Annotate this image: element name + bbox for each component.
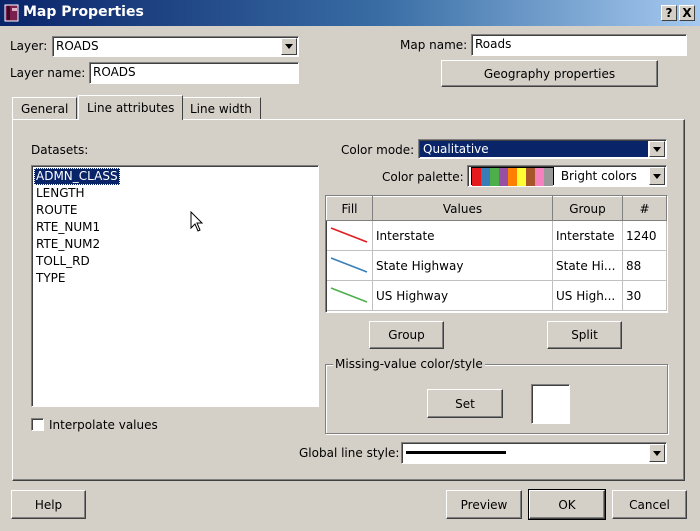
fill-cell[interactable] bbox=[326, 280, 373, 311]
count-cell[interactable]: 88 bbox=[622, 250, 667, 281]
palette-swatches bbox=[471, 167, 554, 186]
chevron-down-icon[interactable] bbox=[649, 444, 665, 462]
palette-swatch bbox=[517, 168, 526, 186]
line-fill-swatch bbox=[330, 287, 367, 303]
value-cell[interactable]: State Highway bbox=[372, 250, 553, 281]
table-header-row: Fill Values Group # bbox=[326, 196, 667, 221]
dataset-item-admn-class[interactable]: ADMN_CLASS bbox=[34, 168, 120, 185]
group-cell[interactable]: US High... bbox=[552, 280, 623, 311]
help-title-button[interactable]: ? bbox=[661, 5, 677, 21]
layer-select-value: ROADS bbox=[56, 39, 99, 53]
interpolate-label: Interpolate values bbox=[49, 418, 158, 432]
group-cell[interactable]: Interstate bbox=[552, 220, 623, 251]
dataset-item-rte-num2[interactable]: RTE_NUM2 bbox=[34, 236, 316, 253]
dataset-item-route[interactable]: ROUTE bbox=[34, 202, 316, 219]
color-mode-label: Color mode: bbox=[341, 143, 415, 157]
color-palette-value: Bright colors bbox=[560, 169, 637, 183]
window-title: Map Properties bbox=[23, 4, 144, 20]
layer-name-label: Layer name: bbox=[10, 66, 86, 80]
dataset-item-length[interactable]: LENGTH bbox=[34, 185, 316, 202]
layer-label: Layer: bbox=[10, 39, 48, 53]
datasets-label: Datasets: bbox=[31, 143, 89, 157]
tab-line-width[interactable]: Line width bbox=[181, 97, 261, 119]
value-cell[interactable]: Interstate bbox=[372, 220, 553, 251]
line-style-preview bbox=[406, 451, 506, 454]
dataset-item-type[interactable]: TYPE bbox=[34, 270, 316, 287]
fill-cell[interactable] bbox=[326, 250, 373, 281]
mouse-pointer-icon bbox=[190, 211, 204, 232]
chevron-down-icon[interactable] bbox=[281, 38, 297, 55]
missing-value-legend: Missing-value color/style bbox=[333, 357, 485, 371]
ok-button[interactable]: OK bbox=[528, 489, 606, 520]
line-fill-swatch bbox=[330, 257, 367, 273]
color-mode-select[interactable]: Qualitative bbox=[418, 139, 667, 159]
tab-general[interactable]: General bbox=[12, 97, 78, 119]
interpolate-checkbox[interactable] bbox=[31, 418, 44, 431]
table-row[interactable]: Interstate Interstate 1240 bbox=[326, 220, 667, 251]
palette-swatch bbox=[544, 168, 553, 186]
preview-button[interactable]: Preview bbox=[446, 490, 522, 519]
palette-swatch bbox=[472, 168, 481, 186]
title-bar[interactable]: Map Properties ? X bbox=[0, 0, 700, 26]
list-item: ADMN_CLASS bbox=[34, 168, 316, 185]
layer-select[interactable]: ROADS bbox=[52, 36, 299, 57]
line-fill-swatch bbox=[330, 227, 367, 243]
group-button[interactable]: Group bbox=[369, 321, 444, 349]
dataset-item-toll-rd[interactable]: TOLL_RD bbox=[34, 253, 316, 270]
group-cell[interactable]: State Hi... bbox=[552, 250, 623, 281]
palette-swatch bbox=[508, 168, 517, 186]
cancel-button[interactable]: Cancel bbox=[612, 490, 687, 519]
column-header-fill[interactable]: Fill bbox=[326, 196, 373, 221]
palette-swatch bbox=[490, 168, 499, 186]
help-button[interactable]: Help bbox=[11, 490, 86, 519]
fill-cell[interactable] bbox=[326, 220, 373, 251]
palette-swatch bbox=[481, 168, 490, 186]
tab-line-attributes[interactable]: Line attributes bbox=[78, 95, 184, 120]
chevron-down-icon[interactable] bbox=[649, 141, 665, 157]
global-line-style-select[interactable] bbox=[401, 442, 667, 464]
color-mode-value: Qualitative bbox=[420, 141, 648, 157]
map-name-input[interactable]: Roads bbox=[471, 34, 687, 56]
set-missing-button[interactable]: Set bbox=[427, 389, 503, 418]
count-cell[interactable]: 1240 bbox=[622, 220, 667, 251]
layer-name-input[interactable]: ROADS bbox=[89, 62, 299, 84]
palette-swatch bbox=[535, 168, 544, 186]
global-line-style-label: Global line style: bbox=[299, 446, 400, 460]
palette-swatch bbox=[499, 168, 508, 186]
count-cell[interactable]: 30 bbox=[622, 280, 667, 311]
color-palette-select[interactable]: Bright colors bbox=[467, 165, 667, 187]
map-name-label: Map name: bbox=[400, 38, 468, 52]
column-header-count[interactable]: # bbox=[622, 196, 667, 221]
table-row[interactable]: State Highway State Hi... 88 bbox=[326, 250, 667, 281]
map-book-icon bbox=[4, 4, 19, 22]
close-button[interactable]: X bbox=[679, 5, 695, 21]
active-tab-joiner bbox=[79, 118, 180, 121]
color-palette-label: Color palette: bbox=[382, 170, 464, 184]
datasets-list[interactable]: ADMN_CLASS LENGTH ROUTE RTE_NUM1 RTE_NUM… bbox=[31, 165, 319, 407]
split-button[interactable]: Split bbox=[547, 321, 622, 349]
table-row[interactable]: US Highway US High... 30 bbox=[326, 280, 667, 311]
palette-swatch bbox=[526, 168, 535, 186]
chevron-down-icon[interactable] bbox=[649, 167, 665, 185]
column-header-group[interactable]: Group bbox=[552, 196, 623, 221]
value-cell[interactable]: US Highway bbox=[372, 280, 553, 311]
missing-color-swatch[interactable] bbox=[531, 384, 570, 424]
category-table[interactable]: Fill Values Group # Interstate Interstate… bbox=[325, 195, 668, 313]
geography-properties-button[interactable]: Geography properties bbox=[441, 60, 658, 87]
dataset-item-rte-num1[interactable]: RTE_NUM1 bbox=[34, 219, 316, 236]
column-header-values[interactable]: Values bbox=[372, 196, 553, 221]
